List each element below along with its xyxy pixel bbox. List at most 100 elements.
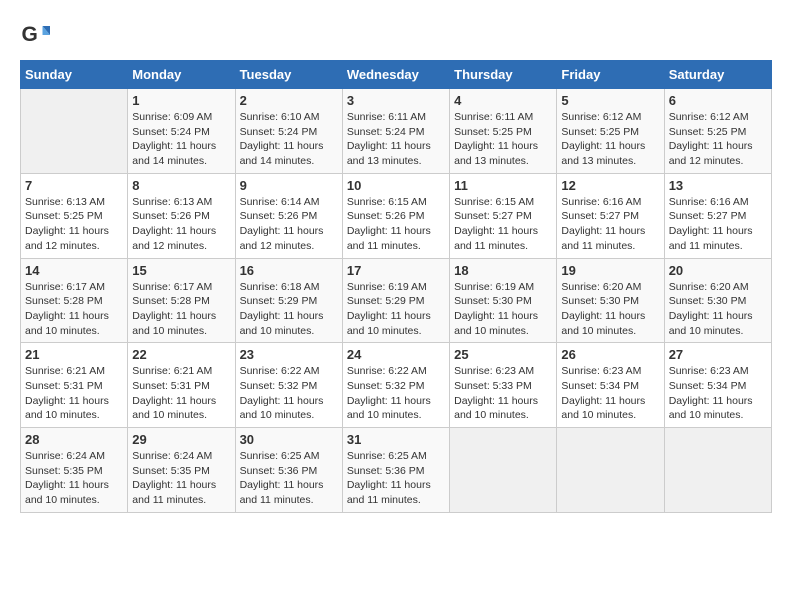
week-row-4: 21 Sunrise: 6:21 AM Sunset: 5:31 PM Dayl… [21, 343, 772, 428]
day-cell: 6 Sunrise: 6:12 AM Sunset: 5:25 PM Dayli… [664, 89, 771, 174]
day-number: 22 [132, 347, 230, 362]
day-cell: 28 Sunrise: 6:24 AM Sunset: 5:35 PM Dayl… [21, 428, 128, 513]
day-cell: 31 Sunrise: 6:25 AM Sunset: 5:36 PM Dayl… [342, 428, 449, 513]
day-info: Sunrise: 6:24 AM Sunset: 5:35 PM Dayligh… [25, 449, 123, 508]
day-cell: 24 Sunrise: 6:22 AM Sunset: 5:32 PM Dayl… [342, 343, 449, 428]
day-cell: 25 Sunrise: 6:23 AM Sunset: 5:33 PM Dayl… [450, 343, 557, 428]
day-number: 13 [669, 178, 767, 193]
day-info: Sunrise: 6:25 AM Sunset: 5:36 PM Dayligh… [240, 449, 338, 508]
day-info: Sunrise: 6:12 AM Sunset: 5:25 PM Dayligh… [561, 110, 659, 169]
day-cell: 26 Sunrise: 6:23 AM Sunset: 5:34 PM Dayl… [557, 343, 664, 428]
day-info: Sunrise: 6:25 AM Sunset: 5:36 PM Dayligh… [347, 449, 445, 508]
day-cell: 9 Sunrise: 6:14 AM Sunset: 5:26 PM Dayli… [235, 173, 342, 258]
day-info: Sunrise: 6:17 AM Sunset: 5:28 PM Dayligh… [25, 280, 123, 339]
day-number: 2 [240, 93, 338, 108]
day-number: 12 [561, 178, 659, 193]
calendar-table: SundayMondayTuesdayWednesdayThursdayFrid… [20, 60, 772, 513]
day-info: Sunrise: 6:19 AM Sunset: 5:29 PM Dayligh… [347, 280, 445, 339]
day-cell: 13 Sunrise: 6:16 AM Sunset: 5:27 PM Dayl… [664, 173, 771, 258]
day-info: Sunrise: 6:12 AM Sunset: 5:25 PM Dayligh… [669, 110, 767, 169]
day-cell [557, 428, 664, 513]
day-info: Sunrise: 6:24 AM Sunset: 5:35 PM Dayligh… [132, 449, 230, 508]
day-cell: 8 Sunrise: 6:13 AM Sunset: 5:26 PM Dayli… [128, 173, 235, 258]
day-number: 25 [454, 347, 552, 362]
day-info: Sunrise: 6:11 AM Sunset: 5:24 PM Dayligh… [347, 110, 445, 169]
day-cell: 29 Sunrise: 6:24 AM Sunset: 5:35 PM Dayl… [128, 428, 235, 513]
day-info: Sunrise: 6:23 AM Sunset: 5:33 PM Dayligh… [454, 364, 552, 423]
day-number: 10 [347, 178, 445, 193]
day-cell: 21 Sunrise: 6:21 AM Sunset: 5:31 PM Dayl… [21, 343, 128, 428]
week-row-1: 1 Sunrise: 6:09 AM Sunset: 5:24 PM Dayli… [21, 89, 772, 174]
header-monday: Monday [128, 61, 235, 89]
header-wednesday: Wednesday [342, 61, 449, 89]
day-info: Sunrise: 6:13 AM Sunset: 5:25 PM Dayligh… [25, 195, 123, 254]
day-info: Sunrise: 6:23 AM Sunset: 5:34 PM Dayligh… [561, 364, 659, 423]
day-cell: 10 Sunrise: 6:15 AM Sunset: 5:26 PM Dayl… [342, 173, 449, 258]
header-friday: Friday [557, 61, 664, 89]
day-cell: 27 Sunrise: 6:23 AM Sunset: 5:34 PM Dayl… [664, 343, 771, 428]
day-info: Sunrise: 6:21 AM Sunset: 5:31 PM Dayligh… [132, 364, 230, 423]
page-header: G [20, 20, 772, 50]
day-number: 19 [561, 263, 659, 278]
day-info: Sunrise: 6:21 AM Sunset: 5:31 PM Dayligh… [25, 364, 123, 423]
day-info: Sunrise: 6:20 AM Sunset: 5:30 PM Dayligh… [561, 280, 659, 339]
day-number: 5 [561, 93, 659, 108]
day-cell: 20 Sunrise: 6:20 AM Sunset: 5:30 PM Dayl… [664, 258, 771, 343]
day-info: Sunrise: 6:22 AM Sunset: 5:32 PM Dayligh… [347, 364, 445, 423]
week-row-2: 7 Sunrise: 6:13 AM Sunset: 5:25 PM Dayli… [21, 173, 772, 258]
day-number: 18 [454, 263, 552, 278]
day-number: 1 [132, 93, 230, 108]
day-number: 21 [25, 347, 123, 362]
logo: G [20, 20, 54, 50]
day-cell: 16 Sunrise: 6:18 AM Sunset: 5:29 PM Dayl… [235, 258, 342, 343]
header-saturday: Saturday [664, 61, 771, 89]
day-number: 31 [347, 432, 445, 447]
day-cell: 2 Sunrise: 6:10 AM Sunset: 5:24 PM Dayli… [235, 89, 342, 174]
day-cell: 23 Sunrise: 6:22 AM Sunset: 5:32 PM Dayl… [235, 343, 342, 428]
day-cell: 30 Sunrise: 6:25 AM Sunset: 5:36 PM Dayl… [235, 428, 342, 513]
day-info: Sunrise: 6:14 AM Sunset: 5:26 PM Dayligh… [240, 195, 338, 254]
day-cell: 22 Sunrise: 6:21 AM Sunset: 5:31 PM Dayl… [128, 343, 235, 428]
day-number: 29 [132, 432, 230, 447]
day-cell: 3 Sunrise: 6:11 AM Sunset: 5:24 PM Dayli… [342, 89, 449, 174]
day-info: Sunrise: 6:16 AM Sunset: 5:27 PM Dayligh… [561, 195, 659, 254]
day-number: 8 [132, 178, 230, 193]
day-cell [664, 428, 771, 513]
day-info: Sunrise: 6:15 AM Sunset: 5:27 PM Dayligh… [454, 195, 552, 254]
day-number: 30 [240, 432, 338, 447]
header-sunday: Sunday [21, 61, 128, 89]
day-number: 15 [132, 263, 230, 278]
day-cell: 19 Sunrise: 6:20 AM Sunset: 5:30 PM Dayl… [557, 258, 664, 343]
day-cell: 18 Sunrise: 6:19 AM Sunset: 5:30 PM Dayl… [450, 258, 557, 343]
header-thursday: Thursday [450, 61, 557, 89]
header-row: SundayMondayTuesdayWednesdayThursdayFrid… [21, 61, 772, 89]
day-cell: 4 Sunrise: 6:11 AM Sunset: 5:25 PM Dayli… [450, 89, 557, 174]
day-number: 7 [25, 178, 123, 193]
day-cell: 11 Sunrise: 6:15 AM Sunset: 5:27 PM Dayl… [450, 173, 557, 258]
day-number: 3 [347, 93, 445, 108]
day-number: 9 [240, 178, 338, 193]
day-cell: 7 Sunrise: 6:13 AM Sunset: 5:25 PM Dayli… [21, 173, 128, 258]
day-cell [450, 428, 557, 513]
week-row-3: 14 Sunrise: 6:17 AM Sunset: 5:28 PM Dayl… [21, 258, 772, 343]
day-number: 23 [240, 347, 338, 362]
day-info: Sunrise: 6:11 AM Sunset: 5:25 PM Dayligh… [454, 110, 552, 169]
day-cell [21, 89, 128, 174]
day-info: Sunrise: 6:18 AM Sunset: 5:29 PM Dayligh… [240, 280, 338, 339]
week-row-5: 28 Sunrise: 6:24 AM Sunset: 5:35 PM Dayl… [21, 428, 772, 513]
day-info: Sunrise: 6:15 AM Sunset: 5:26 PM Dayligh… [347, 195, 445, 254]
day-number: 17 [347, 263, 445, 278]
day-number: 6 [669, 93, 767, 108]
header-tuesday: Tuesday [235, 61, 342, 89]
day-number: 14 [25, 263, 123, 278]
day-number: 20 [669, 263, 767, 278]
day-number: 11 [454, 178, 552, 193]
day-cell: 15 Sunrise: 6:17 AM Sunset: 5:28 PM Dayl… [128, 258, 235, 343]
day-info: Sunrise: 6:10 AM Sunset: 5:24 PM Dayligh… [240, 110, 338, 169]
day-cell: 14 Sunrise: 6:17 AM Sunset: 5:28 PM Dayl… [21, 258, 128, 343]
day-cell: 17 Sunrise: 6:19 AM Sunset: 5:29 PM Dayl… [342, 258, 449, 343]
day-info: Sunrise: 6:17 AM Sunset: 5:28 PM Dayligh… [132, 280, 230, 339]
day-info: Sunrise: 6:09 AM Sunset: 5:24 PM Dayligh… [132, 110, 230, 169]
day-cell: 1 Sunrise: 6:09 AM Sunset: 5:24 PM Dayli… [128, 89, 235, 174]
day-number: 16 [240, 263, 338, 278]
